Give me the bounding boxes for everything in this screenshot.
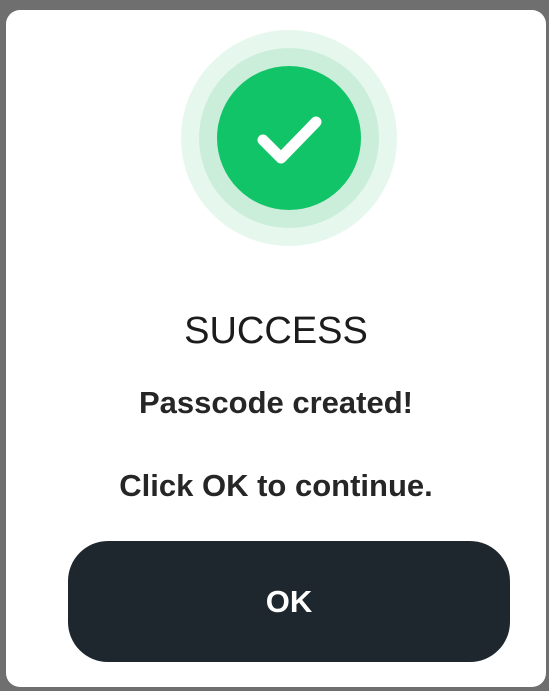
dialog-message: Passcode created! (139, 385, 413, 420)
success-icon-container (181, 30, 397, 246)
dialog-instruction: Click OK to continue. (119, 468, 433, 503)
success-dialog: SUCCESS Passcode created! Click OK to co… (6, 10, 546, 687)
ok-button[interactable]: OK (68, 541, 510, 662)
dialog-title: SUCCESS (184, 310, 368, 352)
checkmark-icon (217, 66, 361, 210)
checkmark-glyph-icon (257, 116, 322, 164)
